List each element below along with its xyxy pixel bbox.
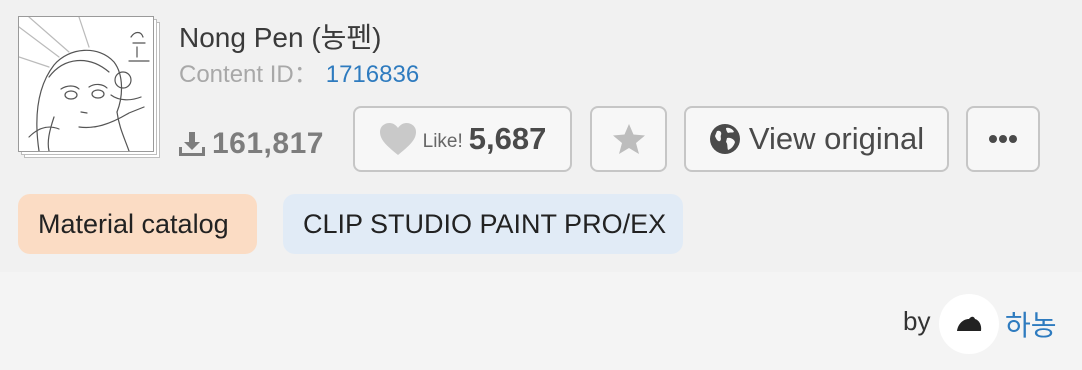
author-avatar[interactable] (939, 294, 999, 354)
like-label: Like! (422, 131, 463, 152)
download-count-value: 161,817 (212, 127, 324, 160)
author-name[interactable]: 하농 (1005, 304, 1057, 344)
thumbnail-stack[interactable] (18, 16, 160, 158)
content-title: Nong Pen (농펜) (179, 22, 382, 53)
sketch-illustration-thumbnail (19, 17, 150, 151)
download-count: 161,817 (178, 124, 324, 164)
content-thumbnail[interactable] (18, 16, 154, 152)
content-id-label: Content ID： (179, 61, 318, 88)
software-tag[interactable]: CLIP STUDIO PAINT PRO/EX (283, 194, 683, 254)
view-original-button[interactable]: View original (684, 106, 949, 172)
by-label: by (903, 306, 931, 336)
more-options-button[interactable] (966, 106, 1040, 172)
content-id-value[interactable]: 1716836 (326, 61, 419, 88)
favorite-button[interactable] (590, 106, 667, 172)
content-id: Content ID： 1716836 (179, 54, 419, 89)
category-tag[interactable]: Material catalog (18, 194, 257, 254)
heart-icon (379, 123, 416, 155)
like-count: 5,687 (468, 121, 547, 156)
star-icon (612, 124, 645, 154)
like-button[interactable]: Like! 5,687 (353, 106, 572, 172)
more-icon (989, 135, 1017, 143)
avatar-silhouette-icon (957, 316, 982, 331)
view-original-label: View original (748, 121, 925, 156)
download-icon (179, 132, 205, 156)
globe-icon (709, 124, 740, 154)
